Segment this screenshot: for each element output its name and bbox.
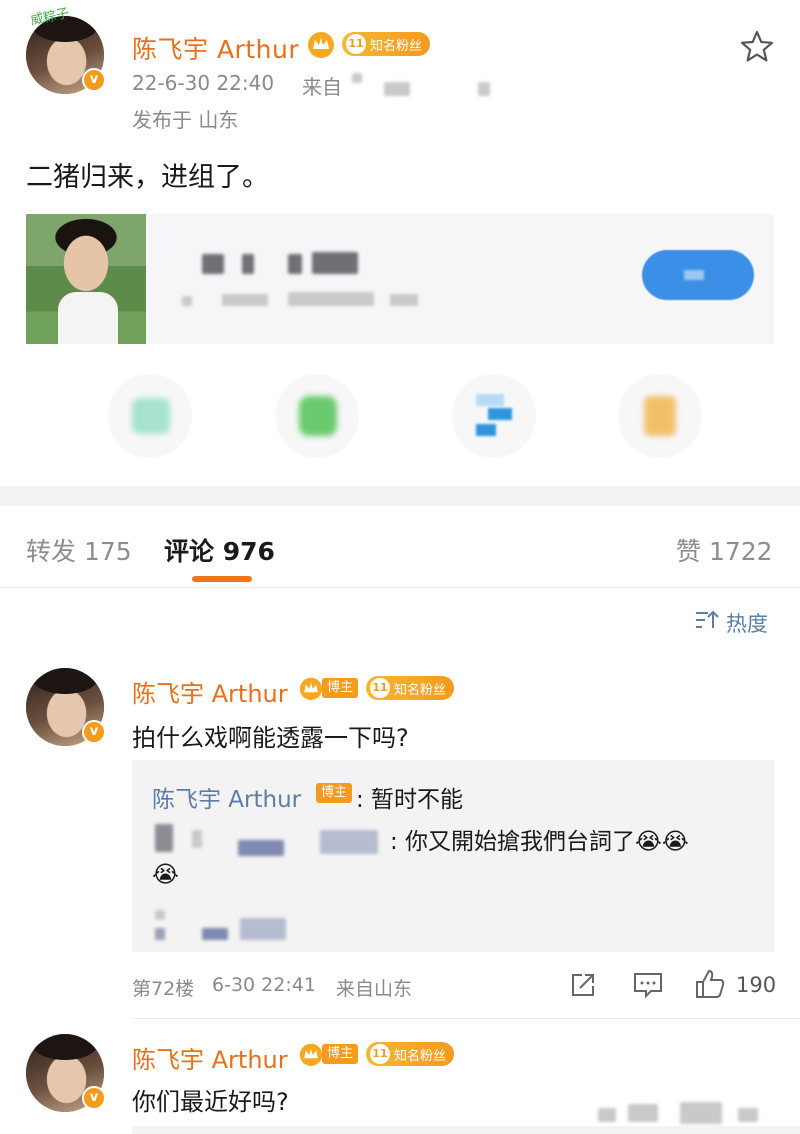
comment-text: 拍什么戏啊能透露一下吗? (132, 724, 409, 752)
bottom-strip (132, 1126, 800, 1134)
fan-badge-label: 知名粉丝 (394, 682, 447, 698)
link-card-button[interactable] (642, 250, 754, 300)
redacted-reply-author (192, 830, 202, 848)
fan-level: 11 (370, 1044, 390, 1064)
verified-badge-icon: v (82, 68, 106, 92)
share-qq-icon[interactable] (452, 374, 536, 458)
redacted-reply-author (320, 830, 378, 854)
link-card[interactable] (26, 214, 774, 344)
redacted-reply-line (240, 918, 286, 940)
star-icon[interactable] (738, 28, 776, 66)
fan-level: 11 (370, 678, 390, 698)
link-card-thumbnail (26, 214, 146, 344)
share-moments-icon[interactable] (275, 374, 359, 458)
fan-badge-label: 知名粉丝 (370, 38, 423, 54)
sort-label[interactable]: 热度 (726, 608, 768, 638)
comment-avatar[interactable]: v (26, 668, 106, 746)
redacted-card-subtitle (390, 294, 418, 306)
redacted-reply-line (202, 928, 228, 940)
redacted-card-subtitle (288, 292, 374, 306)
comment-author-name[interactable]: 陈飞宇 Arthur (132, 674, 288, 709)
redacted-card-title (202, 254, 224, 274)
section-divider (0, 486, 800, 506)
comment-divider (132, 1018, 800, 1019)
post-author-name[interactable]: 陈飞宇 Arthur (132, 30, 299, 66)
redacted-card-title (288, 254, 302, 274)
comment-author-name[interactable]: 陈飞宇 Arthur (132, 1040, 288, 1075)
comment-icon[interactable] (632, 970, 664, 1000)
comment-avatar[interactable]: v (26, 1034, 106, 1112)
reply-author-name[interactable]: 陈飞宇 Arthur (152, 780, 301, 814)
redacted-reply-author (238, 840, 284, 856)
redacted-card-subtitle (182, 296, 192, 306)
crown-icon (299, 1043, 323, 1066)
fan-level: 11 (346, 34, 366, 54)
post-location: 发布于 山东 (132, 108, 239, 132)
host-badge: 博主 (322, 1044, 359, 1064)
sort-icon (696, 610, 719, 628)
tab-repost[interactable]: 转发 175 (26, 532, 132, 568)
verified-badge-icon: v (82, 720, 106, 744)
comment-time: 6-30 22:41 (212, 974, 316, 996)
crown-icon (299, 677, 323, 700)
comment-from: 来自山东 (336, 978, 413, 1000)
host-badge: 博主 (322, 678, 359, 698)
redacted-reply-line (155, 928, 165, 940)
share-icon[interactable] (568, 970, 598, 1000)
redacted-reply-line (155, 910, 165, 920)
like-count: 190 (736, 973, 777, 997)
redacted-source (478, 82, 490, 96)
redacted-card-title (312, 252, 358, 274)
post-date: 22-6-30 22:40 (132, 71, 275, 95)
post-source-prefix: 来自 (302, 75, 342, 99)
like-icon[interactable] (694, 968, 726, 1000)
host-badge: 博主 (316, 783, 353, 803)
redacted-card-title (242, 254, 254, 274)
tabs-bottom-border (0, 587, 800, 588)
redacted-watermark (738, 1108, 758, 1122)
comment-text: 你们最近好吗? (132, 1088, 289, 1116)
share-qzone-icon[interactable] (618, 374, 702, 458)
share-wechat-icon[interactable] (108, 374, 192, 458)
redacted-watermark (680, 1102, 722, 1124)
redacted-source (352, 73, 362, 83)
fan-badge[interactable]: 11 知名粉丝 (366, 676, 455, 700)
redacted-reply-author (155, 824, 173, 852)
reply-text: : 你又開始搶我們台詞了😭😭 (390, 829, 689, 855)
redacted-watermark (628, 1104, 658, 1122)
redacted-source (384, 82, 410, 96)
comment-floor: 第72楼 (132, 978, 195, 1000)
fan-badge[interactable]: 11 知名粉丝 (342, 32, 431, 56)
tab-like[interactable]: 赞 1722 (676, 532, 773, 568)
redacted-card-subtitle (222, 294, 268, 306)
reply-text-emoji: 😭 (152, 862, 179, 888)
tab-active-underline (192, 576, 252, 582)
redacted-watermark (598, 1108, 616, 1122)
fan-badge[interactable]: 11 知名粉丝 (366, 1042, 455, 1066)
crown-icon (308, 32, 334, 58)
post-text: 二猪归来，进组了。 (26, 162, 269, 193)
tab-comment[interactable]: 评论 976 (164, 532, 275, 568)
verified-badge-icon: v (82, 1086, 106, 1110)
fan-badge-label: 知名粉丝 (394, 1048, 447, 1064)
reply-text: : 暂时不能 (356, 787, 464, 813)
